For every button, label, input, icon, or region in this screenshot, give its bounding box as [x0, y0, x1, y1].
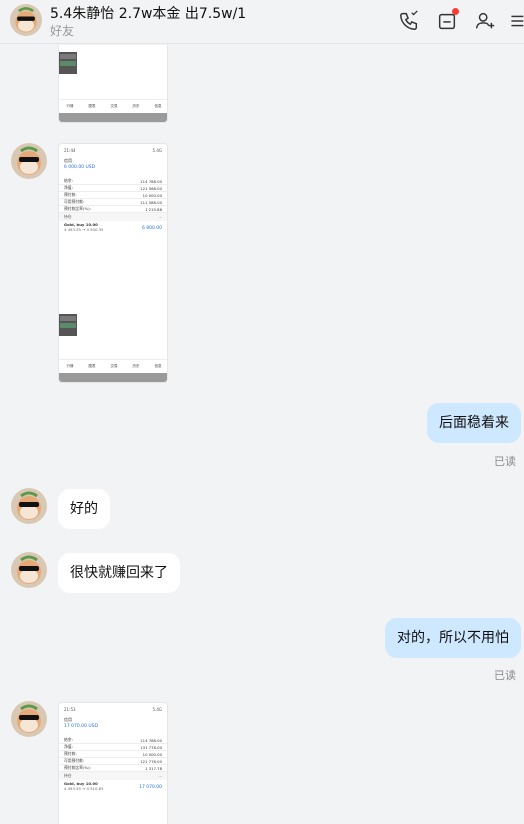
nav-item: 历史 [132, 104, 140, 108]
mini-window [59, 52, 77, 74]
nav-item: 信息 [154, 104, 162, 108]
phone-status-bar: 21:44 5.4G [59, 144, 167, 156]
chat-title: 5.4朱静怡 2.7w本金 出7.5w/1 [50, 6, 247, 22]
contact-avatar[interactable] [11, 552, 47, 588]
account-balance: 17 070.00 USD [64, 724, 98, 729]
contact-avatar[interactable] [11, 488, 47, 524]
nav-item: 历史 [132, 364, 140, 368]
nav-item: 交易 [110, 364, 118, 368]
chat-window: 5.4朱静怡 2.7w本金 出7.5w/1 好友 行情 图表 交易 历史 信息 [0, 0, 524, 824]
mini-window [59, 314, 77, 336]
contact-avatar[interactable] [11, 701, 47, 737]
account-row: 结余: 114 788.00 [59, 737, 167, 744]
phone-status-bar: 21:53 5.4G [59, 703, 167, 715]
app-nav-bar: 行情 图表 交易 历史 信息 [59, 99, 167, 113]
account-header: 信用 17 070.00 USD [59, 715, 167, 737]
account-row: 预付款比率(%): 1 317.78 [59, 765, 167, 772]
message-bubble-incoming[interactable]: 很快就赚回来了 [58, 553, 180, 593]
message-bubble-outgoing[interactable]: 对的，所以不用怕 [385, 618, 521, 658]
account-row: 结余: 114 788.00 [59, 178, 167, 185]
image-message[interactable]: 21:44 5.4G 信用 6 000.00 USD 结余: 114 788.00… [58, 143, 168, 383]
positions-section: 持仓 ··· [59, 772, 167, 780]
account-row: 预付款: 10 000.00 [59, 192, 167, 199]
message-bubble-outgoing[interactable]: 后面稳着来 [427, 403, 521, 443]
phone-nav-bar [59, 373, 167, 382]
chat-subtitle: 好友 [50, 24, 75, 38]
more-menu-icon[interactable] [508, 10, 524, 32]
status-time: 21:53 [64, 706, 76, 712]
account-label: 信用 [64, 717, 72, 722]
nav-item: 信息 [154, 364, 162, 368]
app-nav-bar: 行情 图表 交易 历史 信息 [59, 359, 167, 373]
chat-header: 5.4朱静怡 2.7w本金 出7.5w/1 好友 [0, 0, 524, 44]
account-row: 可用预付款: 111 588.00 [59, 199, 167, 206]
account-balance: 6 000.00 USD [64, 165, 96, 170]
nav-item: 行情 [66, 364, 74, 368]
position-row: Gold, buy 10.00 4 493.55 → 4 510.63 17 07… [64, 781, 162, 791]
image-message[interactable]: 行情 图表 交易 历史 信息 [58, 45, 168, 123]
account-row: 预付款比率(%): 1 215.88 [59, 206, 167, 213]
nav-item: 图表 [88, 364, 96, 368]
contact-avatar[interactable] [11, 143, 47, 179]
nav-item: 交易 [110, 104, 118, 108]
account-header: 信用 6 000.00 USD [59, 156, 167, 178]
status-signal: 5.4G [152, 147, 162, 153]
read-receipt: 已读 [494, 455, 516, 468]
nav-item: 行情 [66, 104, 74, 108]
account-row: 净值: 121 568.00 [59, 185, 167, 192]
account-row: 净值: 131 778.00 [59, 744, 167, 751]
read-receipt: 已读 [494, 669, 516, 682]
contact-avatar[interactable] [10, 4, 42, 36]
add-member-icon[interactable] [474, 10, 496, 32]
account-label: 信用 [64, 158, 72, 163]
status-time: 21:44 [64, 147, 76, 153]
account-row: 预付款: 10 000.00 [59, 751, 167, 758]
status-signal: 5.4G [152, 706, 162, 712]
phone-nav-bar [59, 113, 167, 122]
call-icon[interactable] [398, 10, 420, 32]
nav-item: 图表 [88, 104, 96, 108]
image-message[interactable]: 21:53 5.4G 信用 17 070.00 USD 结余: 114 788.0… [58, 702, 168, 824]
notification-dot [452, 8, 459, 15]
message-bubble-incoming[interactable]: 好的 [58, 489, 110, 529]
position-row: Gold, buy 10.00 4 493.55 → 4 500.35 6 800… [64, 222, 162, 232]
positions-section: 持仓 ··· [59, 213, 167, 221]
account-row: 可用预付款: 121 778.00 [59, 758, 167, 765]
message-list[interactable]: 行情 图表 交易 历史 信息 21:44 5.4G 信用 6 000.00 US… [0, 45, 524, 824]
